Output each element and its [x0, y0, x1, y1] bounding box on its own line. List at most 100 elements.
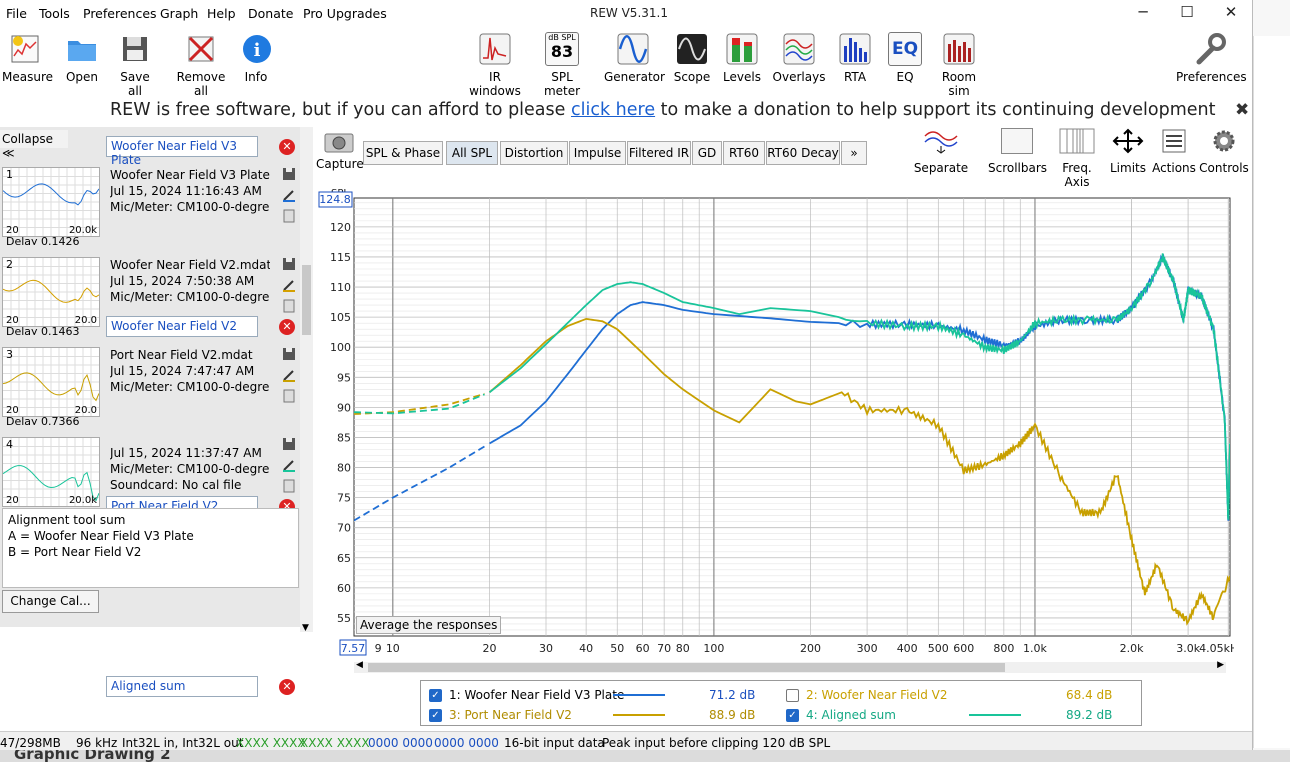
- measurement-name-field[interactable]: Aligned sum: [106, 676, 258, 697]
- save-icon[interactable]: [282, 347, 296, 361]
- measurement-thumbnail[interactable]: 4 20 20.0k: [2, 437, 100, 507]
- separate-icon: [923, 128, 959, 154]
- graph-hscrollbar[interactable]: ◀ ▶: [354, 660, 1226, 673]
- x-tick-label: 80: [676, 642, 690, 655]
- donation-text-2: to make a donation to help support its c…: [655, 100, 1216, 120]
- capture-label: Capture: [316, 157, 364, 171]
- change-cal-button[interactable]: Change Cal...: [2, 590, 99, 613]
- notes-icon[interactable]: [282, 209, 296, 223]
- scope-icon: [675, 32, 709, 66]
- save-icon[interactable]: [282, 437, 296, 451]
- remove-all-button[interactable]: Remove all: [170, 32, 232, 98]
- levels-label: Levels: [723, 70, 761, 84]
- tab-spl-phase[interactable]: SPL & Phase: [363, 141, 443, 165]
- remove-all-icon: [184, 32, 218, 66]
- tab-distortion[interactable]: Distortion: [500, 141, 568, 165]
- capture-button[interactable]: Capture: [316, 128, 364, 171]
- open-button[interactable]: Open: [62, 32, 102, 84]
- save-icon[interactable]: [282, 257, 296, 271]
- x-tick-label: 20: [482, 642, 496, 655]
- scrollbars-button[interactable]: Scrollbars: [988, 128, 1047, 175]
- thumbnail-x-end: 20.0k: [68, 495, 97, 506]
- menu-graph[interactable]: Graph: [160, 6, 198, 21]
- scope-button[interactable]: Scope: [672, 32, 712, 84]
- minimize-icon[interactable]: ─: [1128, 3, 1158, 23]
- limits-button[interactable]: Limits: [1106, 128, 1150, 175]
- eq-button[interactable]: EQ EQ: [888, 32, 922, 84]
- legend-checkbox-2[interactable]: [786, 689, 799, 702]
- menu-file[interactable]: File: [6, 6, 27, 21]
- close-icon[interactable]: ✕: [1216, 3, 1246, 23]
- close-banner-icon[interactable]: ✖: [1235, 100, 1249, 120]
- actions-button[interactable]: Actions: [1152, 128, 1196, 175]
- hscroll-thumb[interactable]: [368, 663, 1005, 672]
- actions-label: Actions: [1152, 161, 1196, 175]
- panel-scrollbar[interactable]: ▼: [300, 127, 313, 633]
- menu-tools[interactable]: Tools: [39, 6, 70, 21]
- measurement-name-field[interactable]: Woofer Near Field V3 Plate: [106, 136, 258, 167]
- tab-impulse[interactable]: Impulse: [569, 141, 626, 165]
- legend-checkbox-4[interactable]: ✓: [786, 709, 799, 722]
- menu-donate[interactable]: Donate: [248, 6, 293, 21]
- rta-button[interactable]: RTA: [838, 32, 872, 84]
- remove-measurement-icon[interactable]: ✕: [279, 679, 295, 695]
- chevron-right-icon[interactable]: ▶: [1217, 660, 1224, 670]
- donation-link[interactable]: click here: [571, 100, 655, 120]
- overlays-button[interactable]: Overlays: [772, 32, 826, 84]
- tab-all-spl[interactable]: All SPL: [446, 141, 498, 165]
- remove-measurement-icon[interactable]: ✕: [279, 139, 295, 155]
- preferences-button[interactable]: Preferences: [1176, 32, 1247, 84]
- notes-icon[interactable]: [282, 479, 296, 493]
- chevron-down-icon[interactable]: ▼: [302, 623, 309, 633]
- pen-icon[interactable]: [282, 458, 296, 472]
- save-all-button[interactable]: Save all: [112, 32, 158, 98]
- room-sim-button[interactable]: Room sim: [930, 32, 988, 98]
- pen-icon[interactable]: [282, 278, 296, 292]
- notes-icon[interactable]: [282, 389, 296, 403]
- separate-button[interactable]: Separate: [912, 128, 970, 175]
- remove-all-label: Remove all: [176, 70, 226, 98]
- status-bar: 47/298MB 96 kHz Int32L in, Int32L out XX…: [0, 731, 1252, 752]
- tab-filtered-ir[interactable]: Filtered IR: [627, 141, 691, 165]
- ir-windows-button[interactable]: IR windows: [464, 32, 526, 98]
- levels-button[interactable]: Levels: [722, 32, 762, 84]
- x-tick-label: 50: [610, 642, 624, 655]
- legend-checkbox-1[interactable]: ✓: [429, 689, 442, 702]
- menu-bar: File Tools Preferences Graph Help Donate…: [0, 0, 1252, 28]
- measurement-notes[interactable]: Alignment tool sum A = Woofer Near Field…: [2, 508, 299, 588]
- pen-icon[interactable]: [282, 368, 296, 382]
- chevron-left-icon[interactable]: ◀: [356, 660, 363, 670]
- tab-rt60[interactable]: RT60: [723, 141, 765, 165]
- generator-button[interactable]: Generator: [604, 32, 665, 84]
- y-tick-label: 65: [337, 552, 351, 565]
- menu-pro-upgrades[interactable]: Pro Upgrades: [303, 6, 387, 21]
- menu-help[interactable]: Help: [207, 6, 236, 21]
- y-tick-label: 90: [337, 401, 351, 414]
- tab-rt60-decay[interactable]: RT60 Decay: [766, 141, 840, 165]
- measurement-number: 2: [6, 258, 13, 271]
- x-tick-label: 200: [800, 642, 821, 655]
- spl-meter-button[interactable]: dB SPL 83 SPL meter: [534, 32, 590, 98]
- thumbnail-x-start: 20: [6, 495, 19, 506]
- measure-button[interactable]: Measure: [2, 32, 53, 84]
- status-peak-input: Peak input before clipping 120 dB SPL: [602, 736, 831, 750]
- ir-windows-label: IR windows: [469, 70, 521, 98]
- legend-checkbox-3[interactable]: ✓: [429, 709, 442, 722]
- maximize-icon[interactable]: ☐: [1172, 3, 1202, 23]
- save-icon: [118, 32, 152, 66]
- controls-button[interactable]: Controls: [1198, 128, 1250, 175]
- eq-label: EQ: [896, 70, 914, 84]
- menu-preferences[interactable]: Preferences: [83, 6, 157, 21]
- tab-gd[interactable]: GD: [692, 141, 722, 165]
- spl-graph[interactable]: 556065707580859095100105110115120SPL124.…: [318, 180, 1234, 658]
- average-responses-button[interactable]: Average the responses: [356, 616, 502, 634]
- pen-icon[interactable]: [282, 188, 296, 202]
- x-tick-label: 60: [636, 642, 650, 655]
- info-button[interactable]: i Info: [240, 32, 272, 84]
- save-icon[interactable]: [282, 167, 296, 181]
- scroll-thumb[interactable]: [302, 265, 311, 335]
- wrench-icon: [1193, 32, 1227, 66]
- notes-icon[interactable]: [282, 299, 296, 313]
- legend-line-3: [613, 714, 665, 716]
- tab-more[interactable]: »: [841, 141, 867, 165]
